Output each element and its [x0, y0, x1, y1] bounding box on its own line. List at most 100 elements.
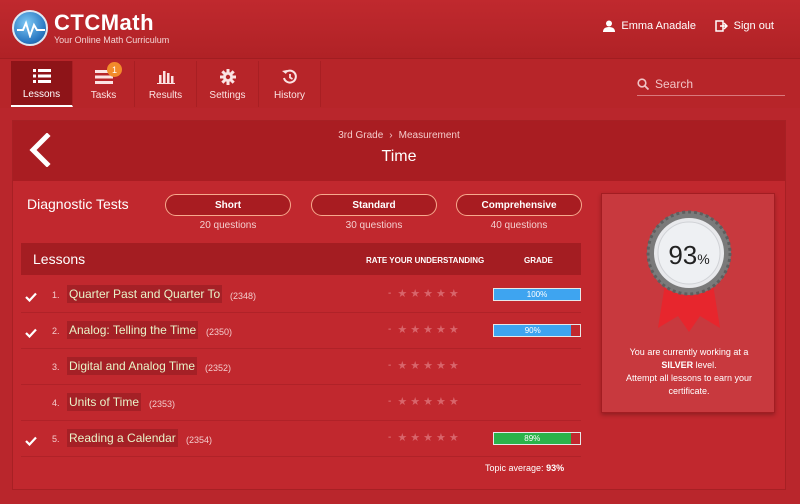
star-icon[interactable]: ★ [423, 359, 433, 372]
topic-average-value: 93% [546, 463, 565, 473]
star-icon[interactable]: ★ [397, 287, 407, 300]
logo[interactable]: CTCMath Your Online Math Curriculum [12, 10, 169, 46]
grade-bar: 89% [493, 432, 581, 445]
bar-chart-icon [156, 68, 175, 86]
medal-icon [644, 208, 734, 338]
short-test-button[interactable]: Short [165, 194, 291, 216]
user-menu[interactable]: Emma Anadale [603, 20, 696, 32]
lesson-row[interactable]: 4. Units of Time (2353) - ★ ★ ★ ★ ★ [21, 385, 581, 421]
star-icon[interactable]: ★ [449, 395, 459, 408]
rating-stars[interactable]: - ★ ★ ★ ★ ★ [388, 323, 462, 336]
rating-dash: - [388, 324, 392, 335]
user-icon [603, 20, 616, 32]
star-icon[interactable]: ★ [410, 359, 420, 372]
lesson-row[interactable]: 3. Digital and Analog Time (2352) - ★ ★ ★ ★ ★ [21, 349, 581, 385]
rating-dash: - [388, 432, 392, 443]
star-icon[interactable]: ★ [449, 323, 459, 336]
lesson-link[interactable]: Analog: Telling the Time [67, 321, 199, 339]
certificate-percent: 93% [602, 240, 776, 271]
star-icon[interactable]: ★ [397, 323, 407, 336]
tab-lessons[interactable]: Lessons [11, 61, 73, 107]
question-count: 30 questions [345, 220, 403, 231]
search-icon[interactable] [637, 77, 649, 90]
star-icon[interactable]: ★ [436, 431, 446, 444]
message-line-3: Attempt all lessons to earn your certifi… [625, 373, 753, 396]
grade-bar: 100% [493, 288, 581, 301]
rating-stars[interactable]: - ★ ★ ★ ★ ★ [388, 287, 462, 300]
breadcrumb-subject[interactable]: Measurement [399, 130, 460, 141]
diagnostic-test-standard: Standard 30 questions [311, 194, 437, 231]
message-level-suffix: level. [695, 360, 717, 370]
star-icon[interactable]: ★ [423, 323, 433, 336]
lesson-row[interactable]: 1. Quarter Past and Quarter To (2348) - ★ ★ ★ ★… [21, 277, 581, 313]
lesson-link[interactable]: Units of Time [67, 393, 142, 411]
star-icon[interactable]: ★ [423, 395, 433, 408]
tab-settings[interactable]: Settings [197, 61, 259, 107]
grade-fill: 89% [494, 433, 571, 444]
tab-tasks[interactable]: 1 Tasks [73, 61, 135, 107]
lesson-row[interactable]: 2. Analog: Telling the Time (2350) - ★ ★ ★ ★ ★ 90… [21, 313, 581, 349]
question-count: 40 questions [490, 220, 548, 231]
rating-stars[interactable]: - ★ ★ ★ ★ ★ [388, 395, 462, 408]
star-icon[interactable]: ★ [410, 395, 420, 408]
rating-stars[interactable]: - ★ ★ ★ ★ ★ [388, 359, 462, 372]
comprehensive-test-button[interactable]: Comprehensive [456, 194, 582, 216]
list-icon [32, 67, 51, 85]
checkmark-icon [25, 289, 37, 307]
sign-out-button[interactable]: Sign out [714, 20, 774, 32]
star-icon[interactable]: ★ [436, 359, 446, 372]
lesson-row[interactable]: 5. Reading a Calendar (2354) - ★ ★ ★ ★ ★ 89% [21, 421, 581, 457]
star-icon[interactable]: ★ [449, 359, 459, 372]
standard-test-button[interactable]: Standard [311, 194, 437, 216]
page-title: Time [381, 148, 417, 165]
lesson-link[interactable]: Digital and Analog Time [67, 357, 198, 375]
star-icon[interactable]: ★ [410, 431, 420, 444]
lesson-code: (2352) [205, 363, 232, 373]
tab-results[interactable]: Results [135, 61, 197, 107]
star-icon[interactable]: ★ [436, 323, 446, 336]
lessons-title: Lessons [33, 251, 86, 267]
star-icon[interactable]: ★ [449, 287, 459, 300]
certificate-message: You are currently working at a SILVER le… [612, 346, 766, 398]
grade-bar: 90% [493, 324, 581, 337]
tab-label: History [273, 89, 306, 101]
star-icon[interactable]: ★ [423, 431, 433, 444]
lesson-link[interactable]: Reading a Calendar [67, 429, 178, 447]
certificate-card: 93% You are currently working at a SILVE… [601, 193, 775, 413]
checkmark-icon [25, 433, 37, 451]
star-icon[interactable]: ★ [423, 287, 433, 300]
history-icon [281, 68, 298, 86]
diagnostic-test-comprehensive: Comprehensive 40 questions [456, 194, 582, 231]
brand-name: CTCMath [54, 9, 155, 35]
star-icon[interactable]: ★ [410, 323, 420, 336]
lesson-link[interactable]: Quarter Past and Quarter To [67, 285, 223, 303]
breadcrumb-grade[interactable]: 3rd Grade [338, 130, 383, 141]
lesson-code: (2348) [230, 291, 257, 301]
star-icon[interactable]: ★ [397, 359, 407, 372]
tab-label: Settings [209, 89, 246, 101]
tab-history[interactable]: History [259, 61, 321, 107]
grade-header: GRADE [524, 256, 553, 265]
message-line-1: You are currently working at a [629, 347, 749, 357]
level-name: SILVER [661, 360, 694, 370]
question-count: 20 questions [199, 220, 257, 231]
diagnostic-tests-label: Diagnostic Tests [27, 196, 129, 212]
rating-stars[interactable]: - ★ ★ ★ ★ ★ [388, 431, 462, 444]
rating-dash: - [388, 360, 392, 371]
percent-sign: % [697, 251, 710, 267]
checkmark-icon [25, 325, 37, 343]
star-icon[interactable]: ★ [436, 395, 446, 408]
gear-icon [219, 68, 236, 86]
brand-tagline: Your Online Math Curriculum [54, 34, 170, 45]
search-input[interactable] [655, 76, 775, 91]
star-icon[interactable]: ★ [397, 431, 407, 444]
topic-average-label: Topic average: [485, 463, 544, 473]
star-icon[interactable]: ★ [449, 431, 459, 444]
star-icon[interactable]: ★ [436, 287, 446, 300]
diagnostic-test-short: Short 20 questions [165, 194, 291, 231]
search-box [637, 72, 785, 96]
star-icon[interactable]: ★ [410, 287, 420, 300]
topic-average: Topic average: 93% [485, 463, 564, 473]
tasks-badge: 1 [107, 62, 122, 77]
star-icon[interactable]: ★ [397, 395, 407, 408]
